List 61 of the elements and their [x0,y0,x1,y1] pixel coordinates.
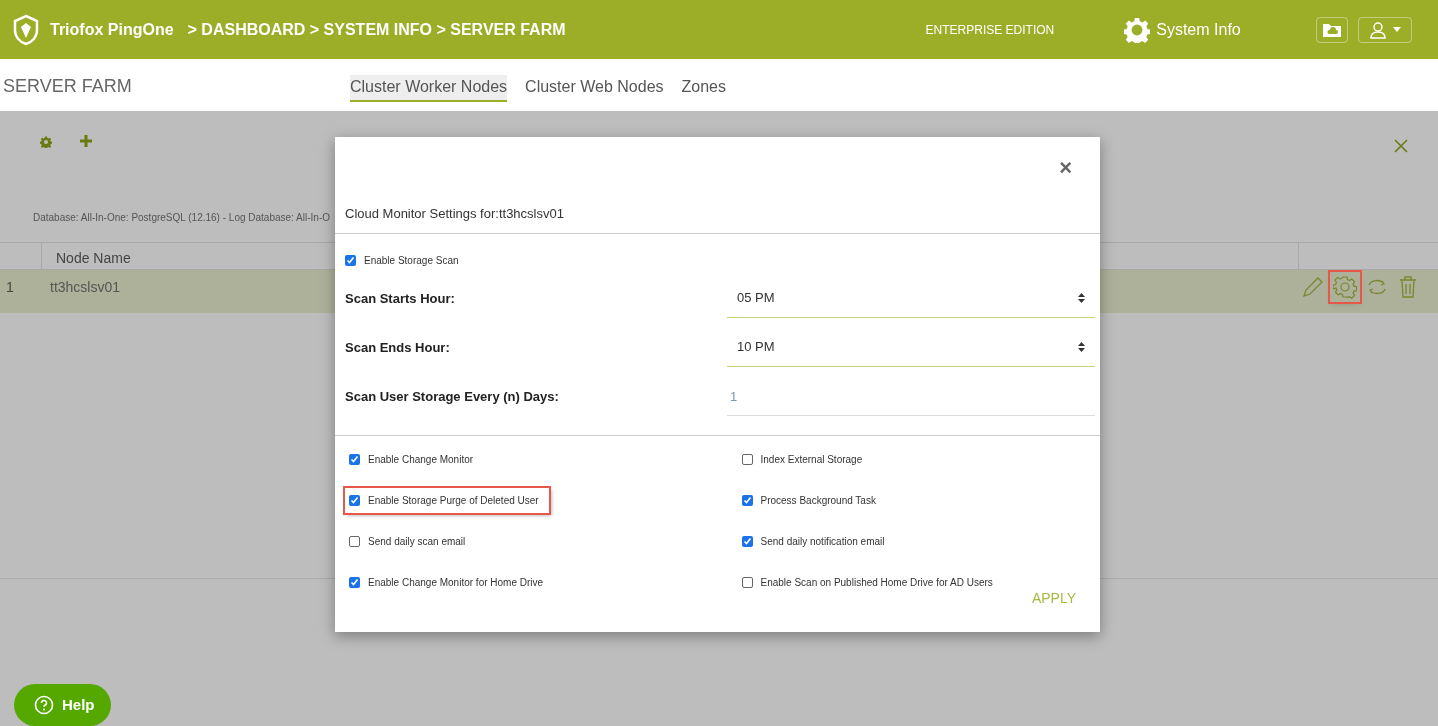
trash-icon [1397,275,1419,299]
user-menu-button[interactable] [1358,16,1412,43]
checkbox-label: Enable Change Monitor for Home Drive [368,575,544,590]
gear-icon [1124,16,1151,43]
checkbox[interactable] [349,576,360,588]
column-header: Node Name [55,249,131,268]
gear-icon[interactable] [40,136,52,148]
option-item[interactable]: Enable Change Monitor [345,446,478,472]
section-title: System Info [1156,19,1241,40]
tab[interactable]: Cluster Worker Nodes [350,75,508,102]
checkbox-label: Send daily notification email [760,534,885,549]
question-icon [34,695,54,715]
pencil-icon [1301,275,1325,299]
database-info: Database: All-In-One: PostgreSQL (12.16) - Log Database: All-In-O [33,212,330,223]
field-label: Scan Ends Hour: [345,338,451,357]
user-icon [1369,20,1387,39]
tab[interactable]: Cluster Web Nodes [525,75,664,102]
checkbox[interactable] [741,494,753,506]
field-label: Scan Starts Hour: [345,289,456,308]
checkbox[interactable] [349,453,360,465]
close-icon[interactable] [1394,139,1408,153]
checkbox[interactable] [349,535,360,547]
checkbox-label: Index External Storage [760,452,863,467]
option-item[interactable]: Send daily notification email [737,528,889,554]
plus-icon[interactable] [80,135,92,147]
checkbox-label: Enable Scan on Published Home Drive for AD Users [760,575,993,590]
checkbox[interactable] [741,576,753,588]
shield-logo-icon [12,13,40,46]
breadcrumb: > DASHBOARD > SYSTEM INFO > SERVER FARM [187,19,566,40]
option-item[interactable]: Index External Storage [737,446,867,472]
checkbox[interactable] [345,254,356,266]
checkbox-label: Send daily scan email [368,534,466,549]
edition-label: ENTERPRISE EDITION [925,21,1055,39]
hour-select[interactable]: 05 PM [727,279,1095,318]
sort-icon [1078,293,1085,303]
close-button[interactable]: × [1059,157,1072,179]
cloud-folder-icon [1322,21,1342,38]
settings-icon [1333,275,1357,299]
tab[interactable]: Zones [681,75,726,102]
checkbox[interactable] [741,535,753,547]
hour-select[interactable]: 10 PM [727,328,1095,367]
option-item[interactable]: Process Background Task [737,487,880,513]
option-item[interactable]: Send daily scan email [345,528,470,554]
page-title: SERVER FARM [3,75,133,98]
node-name: tt3hcslsv01 [50,278,121,297]
checkbox[interactable] [349,494,360,506]
field-label: Scan User Storage Every (n) Days: [345,387,560,406]
checkbox-label: Enable Storage Purge of Deleted User [368,493,539,508]
option-item[interactable]: Enable Storage Purge of Deleted User [345,487,549,513]
sort-icon [1078,342,1085,352]
checkbox-label: Enable Change Monitor [368,452,474,467]
cloud-folder-button[interactable] [1316,16,1348,43]
checkbox-label: Enable Storage Scan [364,253,459,268]
option-item[interactable]: Enable Change Monitor for Home Drive [345,569,548,595]
dialog-title: Cloud Monitor Settings for:tt3hcslsv01 [345,205,564,223]
row-number: 1 [5,278,15,297]
brand-name: Triofox PingOne [50,19,174,40]
checkbox-label: Process Background Task [760,493,876,508]
option-item[interactable]: Enable Scan on Published Home Drive for AD Users [737,569,997,595]
checkbox[interactable] [741,453,753,465]
caret-icon [1393,27,1401,32]
